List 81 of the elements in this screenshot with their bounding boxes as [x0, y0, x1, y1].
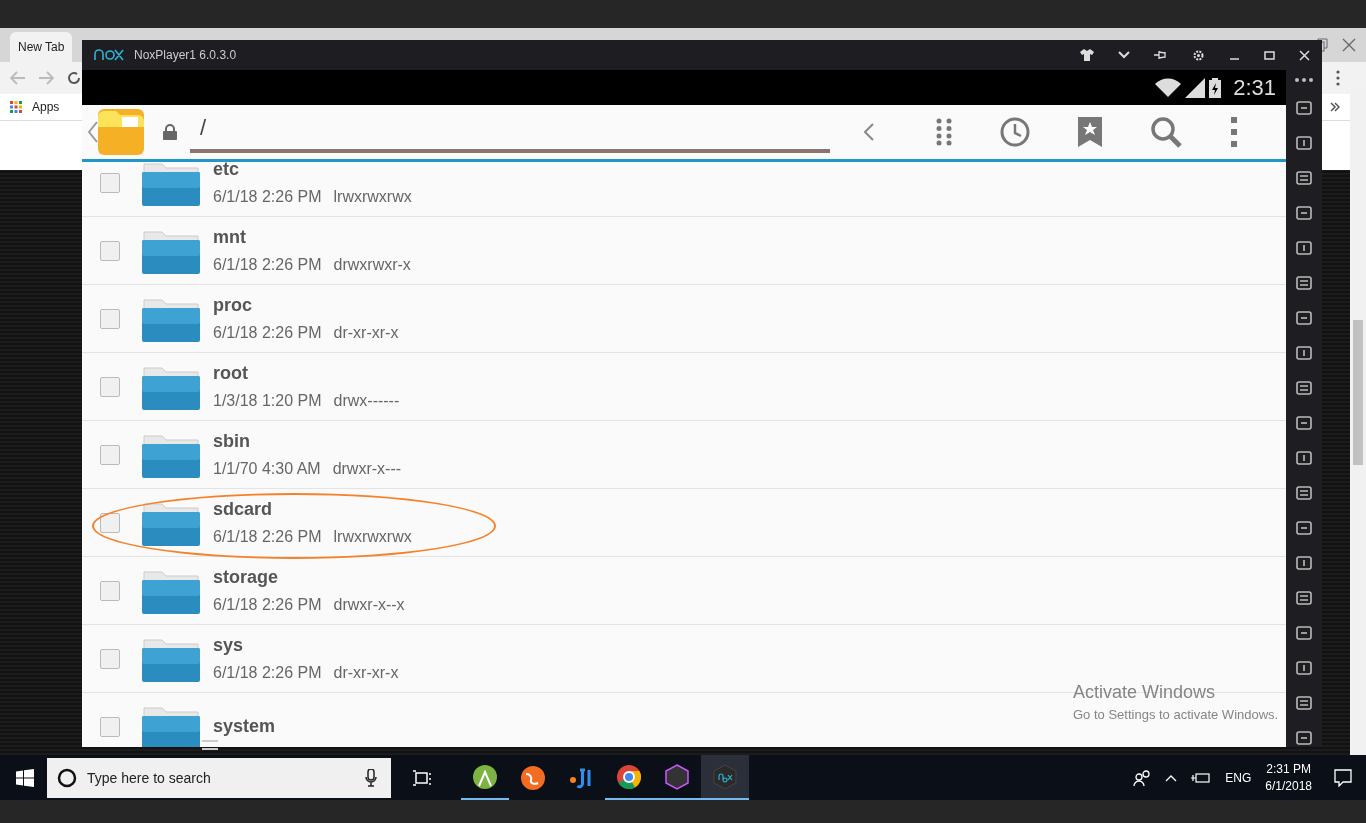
search-icon[interactable] — [1150, 116, 1182, 148]
file-date: 6/1/18 2:26 PM — [213, 256, 322, 274]
chevron-up-icon[interactable] — [1165, 773, 1178, 782]
file-permissions: dr-xr-xr-x — [333, 664, 399, 682]
folder-icon[interactable] — [142, 162, 200, 206]
maximize-icon[interactable] — [1264, 49, 1275, 61]
nox-multi-icon[interactable] — [664, 763, 690, 790]
wifi-icon — [1155, 77, 1182, 98]
checkbox[interactable] — [100, 716, 120, 737]
people-icon[interactable] — [1133, 769, 1152, 786]
apps-grid-icon[interactable] — [10, 101, 22, 113]
file-permissions: dr-xr-xr-x — [333, 324, 399, 342]
checkbox[interactable] — [100, 376, 120, 397]
file-date: 6/1/18 2:26 PM — [213, 324, 322, 342]
file-permissions: lrwxrwxrwx — [333, 188, 412, 206]
clock-date[interactable]: 6/1/2018 — [1265, 779, 1312, 793]
task-view-icon[interactable] — [413, 769, 433, 786]
reload-icon[interactable] — [66, 70, 82, 86]
checkbox[interactable] — [100, 648, 120, 669]
double-chevron-icon[interactable] — [1330, 102, 1340, 112]
file-name[interactable]: proc — [213, 295, 399, 316]
file-name[interactable]: system — [213, 716, 276, 737]
battery-plug-icon[interactable] — [1191, 771, 1212, 784]
activation-subtitle: Go to Settings to activate Windows. — [1073, 707, 1279, 722]
lock-icon — [162, 124, 178, 140]
shirt-icon[interactable] — [1080, 49, 1094, 61]
file-permissions: drwxr-x--x — [333, 596, 405, 614]
notification-icon[interactable] — [1334, 768, 1352, 787]
more-options-icon[interactable] — [1336, 70, 1340, 86]
drag-handle-icon[interactable] — [202, 740, 218, 750]
nox-app-icon[interactable] — [712, 763, 738, 790]
file-name[interactable]: sdcard — [213, 499, 412, 520]
signal-icon — [1185, 77, 1206, 98]
clock-icon[interactable] — [1000, 117, 1030, 147]
checkbox[interactable] — [100, 308, 120, 329]
checkbox[interactable] — [100, 172, 120, 193]
android-studio-icon[interactable] — [472, 763, 498, 790]
window-title: NoxPlayer1 6.0.3.0 — [134, 48, 237, 62]
file-date: 6/1/18 2:26 PM — [213, 188, 322, 206]
settings-icon[interactable] — [1192, 48, 1205, 62]
file-permissions: drwx------ — [333, 392, 400, 410]
checkbox[interactable] — [100, 240, 120, 261]
clock-time[interactable]: 2:31 PM — [1266, 762, 1311, 776]
bookmark-link[interactable]: Apps — [32, 100, 60, 114]
grid-dots-icon[interactable] — [936, 118, 952, 146]
cortana-circle-icon — [57, 767, 77, 788]
activation-title: Activate Windows — [1073, 682, 1217, 703]
file-permissions: drwxr-x--- — [332, 460, 402, 478]
checkbox[interactable] — [100, 580, 120, 601]
path-field[interactable]: / — [190, 111, 830, 153]
language-indicator[interactable]: ENG — [1225, 770, 1252, 785]
bookmark-star-icon[interactable] — [1078, 117, 1102, 147]
file-name[interactable]: sbin — [213, 431, 402, 452]
chrome-icon[interactable] — [616, 763, 642, 790]
file-name[interactable]: root — [213, 363, 400, 384]
chevron-down-icon[interactable] — [1118, 51, 1130, 59]
back-chevron-icon[interactable] — [88, 121, 98, 143]
file-date: 1/1/70 4:30 AM — [213, 460, 321, 478]
file-name[interactable]: mnt — [213, 227, 411, 248]
start-icon[interactable] — [16, 768, 34, 787]
battery-charging-icon — [1209, 77, 1222, 98]
file-name[interactable]: etc — [213, 162, 412, 180]
file-date: 6/1/18 2:26 PM — [213, 664, 322, 682]
file-permissions: drwxrwxr-x — [333, 256, 411, 274]
file-name[interactable]: storage — [213, 567, 405, 588]
overflow-menu-icon[interactable] — [1230, 117, 1238, 147]
checkbox[interactable] — [100, 444, 120, 465]
search-field[interactable]: Type here to search — [47, 757, 391, 798]
file-date: 6/1/18 2:26 PM — [213, 596, 322, 614]
file-date: 1/3/18 1:20 PM — [213, 392, 322, 410]
pin-icon[interactable] — [1154, 49, 1168, 61]
file-date: 6/1/18 2:26 PM — [213, 528, 322, 546]
file-name[interactable]: sys — [213, 635, 399, 656]
chevron-left-icon[interactable] — [864, 123, 874, 141]
browser-tab[interactable]: New Tab — [10, 32, 73, 62]
nox-logo-icon — [94, 49, 124, 61]
microphone-icon[interactable] — [365, 768, 377, 787]
status-time: 2:31 — [1233, 74, 1276, 101]
checkbox[interactable] — [100, 512, 120, 533]
file-permissions: lrwxrwxrwx — [333, 528, 412, 546]
more-dots-icon[interactable] — [1295, 78, 1313, 82]
